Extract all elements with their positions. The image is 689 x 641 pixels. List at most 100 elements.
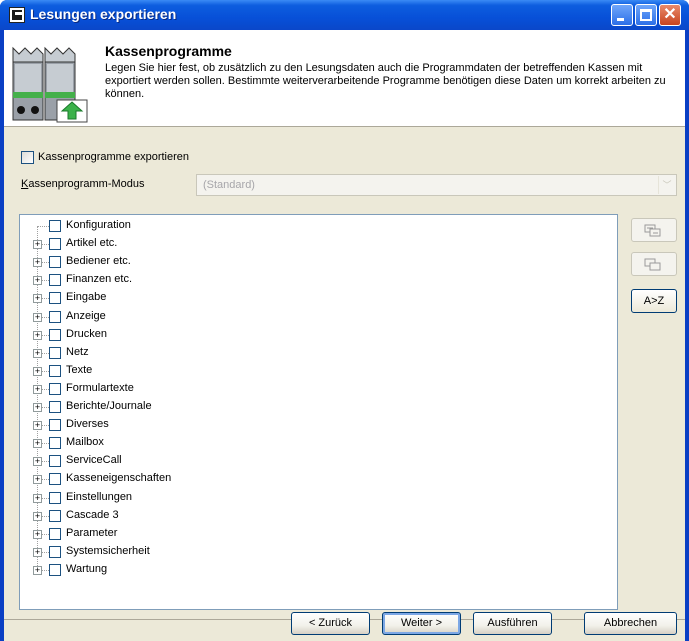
expand-plus-icon[interactable]: + [33,276,42,286]
tree-item-checkbox[interactable] [49,545,61,558]
tree-item-checkbox[interactable] [49,419,61,432]
expand-plus-icon[interactable]: + [33,294,42,304]
tree-item-label: Netz [66,345,89,358]
mode-dropdown-value: (Standard) [203,179,255,191]
collapse-all-icon [644,258,661,271]
minimize-button[interactable] [611,4,633,26]
tree-item-checkbox[interactable] [49,310,61,323]
mode-dropdown[interactable]: (Standard) ﹀ [196,174,677,196]
page-title: Kassenprogramme [105,43,232,59]
tree-item-checkbox[interactable] [49,401,61,413]
expand-plus-icon[interactable]: + [33,529,42,539]
register-export-icon [12,46,88,123]
dialog-client-area: Kassenprogramme Legen Sie hier fest, ob … [4,30,685,641]
expand-plus-icon[interactable]: + [33,330,42,340]
tree-item-checkbox[interactable] [49,382,61,395]
close-button[interactable]: ✕ [659,4,681,26]
tree-item-checkbox[interactable] [49,473,61,486]
expand-plus-icon[interactable]: + [33,403,42,412]
tree-item-label: Systemsicherheit [66,544,150,557]
program-tree[interactable]: Konfiguration + Artikel etc. + Bediener etc.… [19,214,618,610]
tree-item-checkbox[interactable] [49,491,61,504]
tree-item-label: Parameter [66,526,118,539]
expand-plus-icon[interactable]: + [33,493,42,503]
tree-item-label: Kasseneigenschaften [66,472,172,485]
mode-label: Kassenprogramm-Modus [21,178,145,190]
tree-item[interactable]: + Bediener etc. [20,254,610,270]
tree-item-label: Bediener etc. [66,255,131,268]
expand-plus-icon[interactable]: + [33,439,42,449]
tree-item-label: Anzeige [66,309,106,322]
expand-plus-icon[interactable]: + [33,421,42,431]
tree-item[interactable]: + Einstellungen [20,490,610,506]
tree-item[interactable]: + Berichte/Journale [20,399,610,415]
maximize-button[interactable] [635,4,657,26]
tree-item[interactable]: + Drucken [20,327,610,343]
tree-item-label: Finanzen etc. [66,273,133,286]
tree-item-checkbox[interactable] [49,346,61,359]
tree-item[interactable]: + Formulartexte [20,381,610,397]
expand-plus-icon[interactable]: + [33,240,42,250]
collapse-all-button[interactable] [631,252,677,276]
tree-item-checkbox[interactable] [49,509,61,522]
tree-item[interactable]: + Mailbox [20,435,610,451]
tree-item-checkbox[interactable] [49,274,61,287]
tree-item[interactable]: + Netz [20,345,610,361]
tree-item[interactable]: + Systemsicherheit [20,544,610,560]
tree-item-checkbox[interactable] [49,220,61,232]
maximize-icon [640,9,652,21]
tree-item-checkbox[interactable] [49,328,61,341]
tree-item-label: Diverses [66,418,109,431]
tree-item[interactable]: Konfiguration [20,218,610,234]
expand-plus-icon[interactable]: + [33,366,42,376]
expand-plus-icon[interactable]: + [33,312,42,322]
tree-item-checkbox[interactable] [49,364,61,377]
checkbox-box[interactable] [21,150,34,164]
tree-item-label: Wartung [66,562,108,575]
tree-item-checkbox[interactable] [49,238,61,251]
tree-item-checkbox[interactable] [49,563,61,576]
tree-item[interactable]: + Diverses [20,417,610,433]
tree-item[interactable]: + Artikel etc. [20,236,610,252]
tree-item[interactable]: + Texte [20,363,610,379]
expand-all-button[interactable] [631,218,677,242]
sort-button[interactable]: A>Z [631,289,677,313]
tree-item[interactable]: + Finanzen etc. [20,272,610,288]
expand-plus-icon[interactable]: + [33,457,42,467]
chevron-down-icon[interactable]: ﹀ [658,176,675,194]
expand-plus-icon[interactable]: + [33,384,42,394]
title-bar[interactable]: Lesungen exportieren ✕ [0,0,689,30]
tree-item-label: ServiceCall [66,454,122,467]
back-button[interactable]: < Zurück [291,612,370,635]
tree-item-label: Konfiguration [66,219,131,231]
wizard-header: Kassenprogramme Legen Sie hier fest, ob … [4,30,685,127]
export-programs-checkbox[interactable]: Kassenprogramme exportieren [21,150,189,164]
tree-item-checkbox[interactable] [49,527,61,540]
expand-plus-icon[interactable]: + [33,258,42,268]
tree-item-checkbox[interactable] [49,437,61,450]
page-description: Legen Sie hier fest, ob zusätzlich zu de… [105,62,666,100]
expand-plus-icon[interactable]: + [33,547,42,557]
expand-plus-icon[interactable]: + [33,475,42,485]
tree-item-checkbox[interactable] [49,455,61,468]
execute-button[interactable]: Ausführen [473,612,552,635]
expand-plus-icon[interactable]: + [33,348,42,358]
window-title: Lesungen exportieren [30,6,177,22]
tree-item[interactable]: + Wartung [20,562,610,578]
tree-item[interactable]: + ServiceCall [20,453,610,469]
app-icon [9,7,25,23]
checkbox-label: Kassenprogramme exportieren [38,151,190,163]
expand-plus-icon[interactable]: + [33,565,42,575]
tree-item-checkbox[interactable] [49,256,61,269]
tree-item[interactable]: + Kasseneigenschaften [20,471,610,487]
tree-item[interactable]: + Eingabe [20,290,610,306]
cancel-button[interactable]: Abbrechen [584,612,677,635]
next-button[interactable]: Weiter > [382,612,461,635]
expand-plus-icon[interactable]: + [33,511,42,521]
tree-item[interactable]: + Anzeige [20,309,610,325]
tree-item-checkbox[interactable] [49,292,61,305]
tree-item-label: Berichte/Journale [66,400,152,412]
tree-item[interactable]: + Cascade 3 [20,508,610,524]
tree-item-label: Artikel etc. [66,237,118,250]
tree-item[interactable]: + Parameter [20,526,610,542]
